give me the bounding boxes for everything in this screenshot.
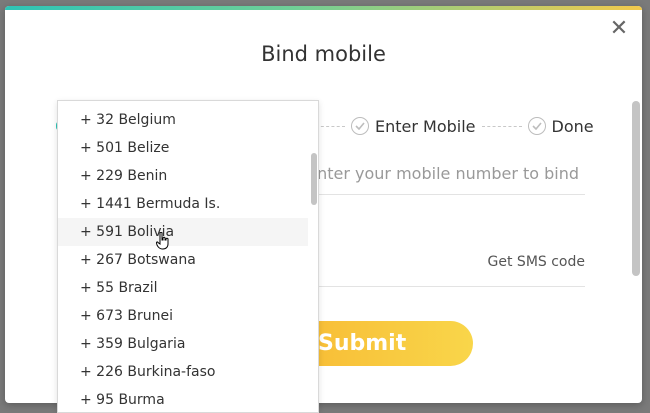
step-done-label: Done [551,116,594,136]
check-circle-icon [351,117,369,135]
get-sms-code-button[interactable]: Get SMS code [488,254,585,270]
country-code-dropdown[interactable]: + 32 Belgium + 501 Belize + 229 Benin + … [57,100,319,413]
country-option[interactable]: + 226 Burkina-faso [58,358,308,386]
country-option[interactable]: + 95 Burma [58,386,308,412]
country-option[interactable]: + 359 Bulgaria [58,330,308,358]
country-option-hovered[interactable]: + 591 Bolivia [58,218,308,246]
dialog-scrollbar[interactable] [632,101,640,276]
dropdown-scrollbar[interactable] [311,153,317,205]
country-option[interactable]: + 501 Belize [58,134,308,162]
country-option[interactable]: + 55 Brazil [58,274,308,302]
step-connector [481,125,522,127]
country-option[interactable]: + 32 Belgium [58,106,308,134]
dialog-title: Bind mobile [261,42,386,66]
country-option[interactable]: + 229 Benin [58,162,308,190]
country-code-list: + 32 Belgium + 501 Belize + 229 Benin + … [58,106,308,412]
dialog-top-accent-bar [5,6,642,10]
step-enter-mobile-label: Enter Mobile [375,116,476,136]
check-circle-icon [527,117,546,135]
country-option[interactable]: + 267 Botswana [58,246,308,274]
progress-steps: Enter Mobile Done [305,114,594,138]
close-icon[interactable]: ✕ [608,18,630,40]
country-option[interactable]: + 1441 Bermuda Is. [58,190,308,218]
country-option[interactable]: + 673 Brunei [58,302,308,330]
hand-pointer-icon [156,232,169,250]
